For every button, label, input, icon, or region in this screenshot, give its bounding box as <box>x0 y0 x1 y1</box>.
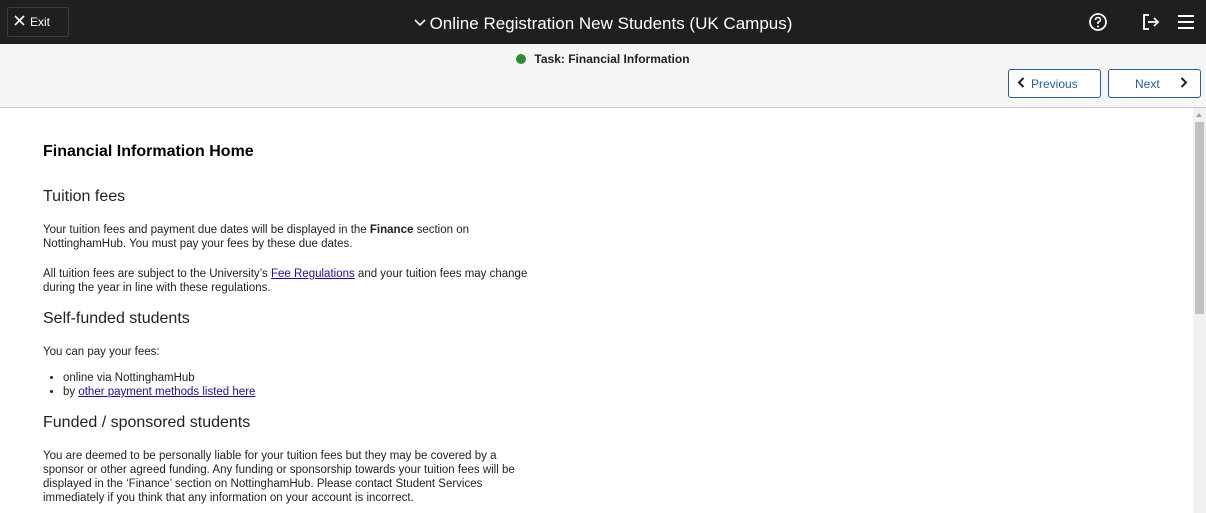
list-item: by other payment methods listed here <box>63 385 255 399</box>
next-label: Next <box>1135 76 1160 91</box>
scrollbar-thumb[interactable] <box>1195 122 1204 314</box>
tuition-fees-heading: Tuition fees <box>43 188 126 205</box>
menu-icon[interactable] <box>1174 10 1198 34</box>
funded-paragraph: You are deemed to be personally liable f… <box>43 450 515 504</box>
fee-regulations-paragraph: All tuition fees are subject to the Univ… <box>43 267 533 295</box>
finance-bold: Finance <box>369 224 414 236</box>
self-funded-heading: Self-funded students <box>43 310 190 327</box>
chevron-left-icon <box>1017 76 1025 91</box>
task-label: Task: Financial Information <box>534 52 690 66</box>
chevron-down-icon <box>414 12 426 32</box>
fee-regulations-link[interactable]: Fee Regulations <box>271 268 355 280</box>
chevron-right-icon <box>1180 76 1188 91</box>
previous-button[interactable]: Previous <box>1008 69 1101 98</box>
task-indicator: Task: Financial Information <box>0 52 1206 66</box>
next-button[interactable]: Next <box>1108 69 1201 98</box>
list-item-text: by <box>63 386 79 398</box>
task-bar: Task: Financial Information Previous Nex… <box>0 44 1206 108</box>
funded-heading: Funded / sponsored students <box>43 414 251 431</box>
status-dot-icon <box>516 54 527 64</box>
page-title: Financial Information Home <box>43 143 254 160</box>
signout-icon[interactable] <box>1139 10 1163 34</box>
regulations-text-1: All tuition fees are subject to the Univ… <box>43 268 271 280</box>
list-item: online via NottinghamHub <box>63 371 255 385</box>
app-title-text: Online Registration New Students (UK Cam… <box>429 14 793 33</box>
scroll-up-arrow-icon[interactable] <box>1196 113 1202 117</box>
payment-methods-list: online via NottinghamHub by other paymen… <box>43 371 255 399</box>
app-title[interactable]: Online Registration New Students (UK Cam… <box>0 12 1206 34</box>
vertical-scrollbar[interactable] <box>1193 108 1206 513</box>
tuition-text-1: Your tuition fees and payment due dates … <box>43 224 370 236</box>
payment-methods-link[interactable]: other payment methods listed here <box>78 386 255 398</box>
top-banner: Exit Online Registration New Students (U… <box>0 0 1206 44</box>
help-icon[interactable] <box>1086 10 1110 34</box>
tuition-fees-paragraph: Your tuition fees and payment due dates … <box>43 223 533 251</box>
previous-label: Previous <box>1031 76 1078 91</box>
pay-fees-intro: You can pay your fees: <box>43 346 160 358</box>
